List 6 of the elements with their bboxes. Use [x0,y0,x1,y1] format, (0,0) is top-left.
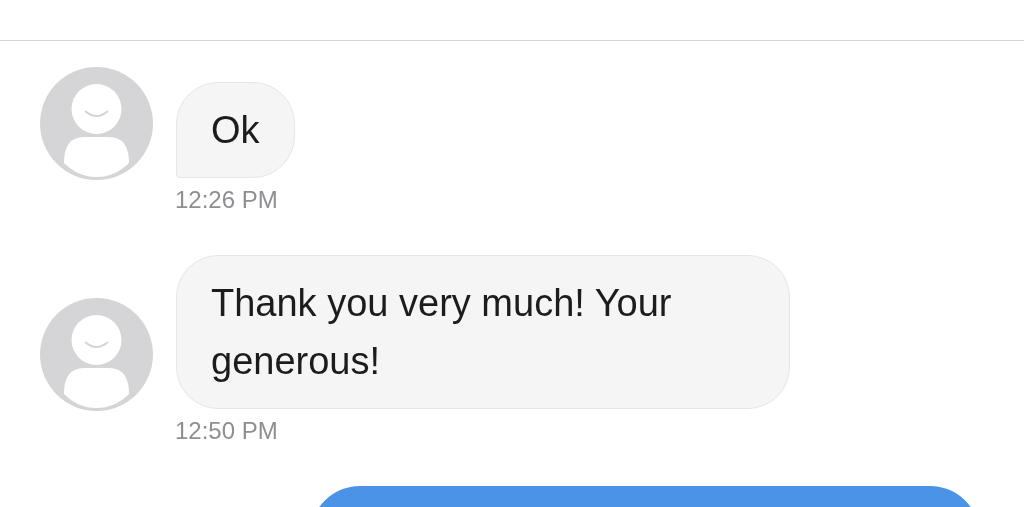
message-bubble: Ok [176,82,295,178]
avatar-icon [40,67,153,180]
message-time: 12:50 PM [175,417,279,445]
message-time: 12:26 PM [175,186,279,214]
message-bubble: Thank you very much! Your generous! [176,255,790,409]
avatar-icon [40,298,153,411]
